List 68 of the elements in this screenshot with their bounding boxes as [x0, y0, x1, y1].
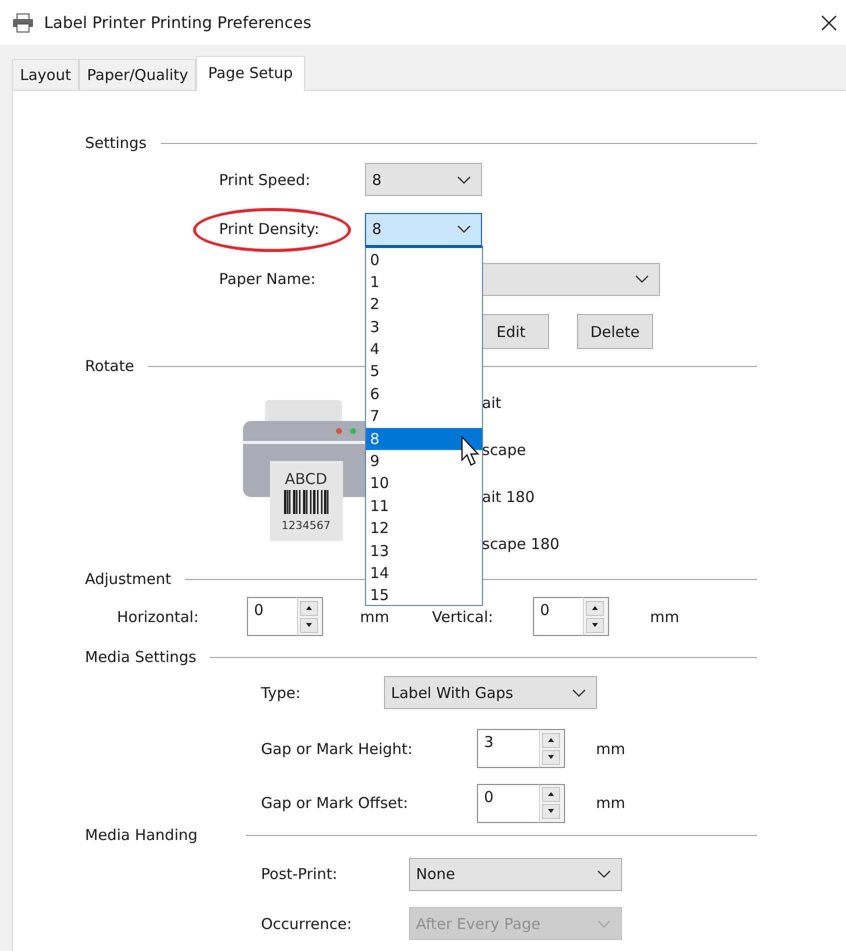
list-item[interactable]: 10: [366, 472, 482, 495]
field-label: Paper Name:: [219, 270, 316, 288]
radio-label[interactable]: scape 180: [482, 533, 560, 555]
spin-down-button[interactable]: [300, 618, 318, 632]
radio-label[interactable]: scape: [482, 439, 560, 461]
window-title: Label Printer Printing Preferences: [44, 13, 312, 32]
barcode-number: 1234567: [282, 519, 330, 532]
unit-label: mm: [650, 608, 680, 626]
field-label: Print Density:: [219, 220, 320, 238]
list-item[interactable]: 9: [366, 450, 482, 472]
number-field[interactable]: 0: [533, 597, 583, 636]
number-field[interactable]: 0: [247, 597, 297, 636]
field-label: Occurrence:: [261, 914, 352, 932]
chevron-icon: [457, 176, 471, 184]
unit-label: mm: [596, 740, 626, 758]
dropdown[interactable]: 8: [365, 163, 482, 196]
section-heading: Adjustment: [85, 570, 172, 588]
list-item[interactable]: 13: [366, 540, 482, 562]
spin-up-button[interactable]: [542, 732, 560, 748]
field-label: Vertical:: [432, 608, 494, 626]
spin-up-button[interactable]: [542, 787, 560, 802]
unit-label: mm: [360, 608, 390, 626]
field-label: Print Speed:: [219, 170, 310, 188]
list-item[interactable]: 12: [366, 517, 482, 540]
section-heading: Settings: [85, 134, 147, 152]
spin-down-button[interactable]: [542, 750, 560, 764]
chevron-icon: [572, 688, 586, 696]
field-label: Gap or Mark Height:: [261, 740, 413, 758]
number-field[interactable]: 3: [477, 729, 539, 768]
radio-label[interactable]: ait 180: [482, 486, 560, 508]
list-item[interactable]: 11: [366, 494, 482, 518]
printer-icon: [12, 12, 34, 32]
field-label: Horizontal:: [117, 608, 199, 626]
dropdown[interactable]: Label With Gaps: [384, 676, 597, 709]
radio-label[interactable]: ait: [482, 392, 560, 414]
dropdown[interactable]: 8: [365, 212, 482, 246]
list-item[interactable]: 1: [366, 270, 482, 294]
barcode-icon: [284, 490, 328, 514]
section-heading: Media Settings: [85, 648, 196, 666]
chevron-icon: [635, 275, 649, 283]
spin-down-button[interactable]: [586, 618, 604, 632]
tab[interactable]: Paper/Quality: [79, 59, 196, 90]
tab[interactable]: Page Setup: [196, 56, 305, 91]
list-item[interactable]: 7: [366, 405, 482, 428]
button[interactable]: Delete: [577, 314, 653, 349]
list-item[interactable]: 2: [366, 293, 482, 316]
section-heading: Media Handing: [85, 826, 198, 844]
chevron-icon: [457, 225, 471, 233]
unit-label: mm: [596, 794, 626, 812]
section-heading: Rotate: [85, 357, 134, 375]
list-item[interactable]: 5: [366, 360, 482, 383]
label-text: ABCD: [284, 470, 328, 488]
chevron-icon: [597, 920, 611, 928]
spin-down-button[interactable]: [542, 804, 560, 819]
close-icon[interactable]: [821, 14, 837, 30]
list-item[interactable]: 14: [366, 562, 482, 584]
list-item[interactable]: 0: [366, 248, 482, 271]
field-label: Type:: [261, 684, 301, 702]
list-item[interactable]: 15: [366, 584, 482, 607]
tab[interactable]: Layout: [12, 59, 79, 90]
list-item[interactable]: 6: [366, 382, 482, 406]
spin-up-button[interactable]: [300, 600, 318, 616]
field-label: Gap or Mark Offset:: [261, 794, 408, 812]
field-label: Post-Print:: [261, 865, 338, 883]
number-field[interactable]: 0: [477, 784, 539, 822]
spin-up-button[interactable]: [586, 600, 604, 616]
chevron-icon: [597, 870, 611, 878]
dropdown[interactable]: None: [409, 858, 622, 890]
